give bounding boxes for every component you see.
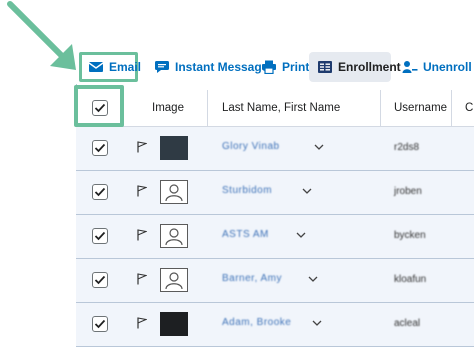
flag-icon[interactable] [137,185,147,197]
checkbox-checked-icon [94,231,106,241]
avatar-placeholder-icon [160,180,188,204]
checkbox-checked-icon [94,143,106,153]
printer-icon [261,60,277,74]
checkbox-checked-icon [94,275,106,285]
username: r2ds8 [394,142,420,153]
username: acleal [394,318,421,329]
chevron-down-icon[interactable] [314,144,324,150]
header-separator [451,90,452,126]
checkbox-checked-icon [94,319,106,329]
username: bycken [394,230,426,241]
profile-photo [160,312,188,336]
chevron-down-icon[interactable] [302,188,312,194]
email-label: Email [109,60,142,74]
unenroll-icon [402,60,418,74]
user-name-link[interactable]: Glory Vinab [222,141,280,152]
unenroll-label: Unenroll [423,60,472,74]
column-image[interactable]: Image [152,90,184,126]
row-checkbox[interactable] [92,272,108,288]
flag-icon[interactable] [137,317,147,329]
print-label: Print [282,60,310,74]
header-separator [380,90,381,126]
flag-icon[interactable] [137,141,147,153]
column-username[interactable]: Username [394,90,447,126]
user-name-link[interactable]: Barner, Amy [222,273,282,284]
chat-icon [154,60,170,74]
chevron-down-icon[interactable] [296,232,306,238]
username: kloafun [394,274,427,285]
enrollment-button[interactable]: Enrollment [309,52,401,82]
flag-icon[interactable] [137,229,147,241]
envelope-icon [88,60,104,74]
enrollment-icon [317,60,333,74]
print-button[interactable]: Print [255,52,315,82]
user-name-link[interactable]: Sturbidom [222,185,272,196]
select-all-highlight [74,85,124,127]
column-c[interactable]: C [465,90,473,126]
table-row: Glory Vinab r2ds8 [76,127,474,171]
user-name-link[interactable]: ASTS AM [222,229,269,240]
chevron-down-icon[interactable] [308,276,318,282]
row-checkbox[interactable] [92,228,108,244]
header-separator [207,90,208,126]
email-button[interactable]: Email [79,52,142,82]
table-body: Glory Vinab r2ds8 Sturbidom jroben ASTS … [76,127,474,347]
profile-photo [160,136,188,160]
checkbox-checked-icon [94,187,106,197]
column-name[interactable]: Last Name, First Name [222,90,340,126]
table-header: Image Last Name, First Name Username C [76,90,474,127]
row-checkbox[interactable] [92,184,108,200]
flag-icon[interactable] [137,273,147,285]
table-row: Barner, Amy kloafun [76,259,474,303]
avatar-placeholder-icon [160,224,188,248]
toolbar: Email Instant Message Print Enrollment U… [0,52,474,84]
username: jroben [394,186,422,197]
table-row: ASTS AM bycken [76,215,474,259]
row-checkbox[interactable] [92,140,108,156]
user-name-link[interactable]: Adam, Brooke [222,317,291,328]
unenroll-button[interactable]: Unenroll [396,52,474,82]
avatar-placeholder-icon [160,268,188,292]
table-row: Adam, Brooke acleal [76,303,474,347]
user-table: Image Last Name, First Name Username C G… [76,90,474,347]
row-checkbox[interactable] [92,316,108,332]
table-row: Sturbidom jroben [76,171,474,215]
chevron-down-icon[interactable] [312,320,322,326]
enrollment-label: Enrollment [338,60,401,74]
